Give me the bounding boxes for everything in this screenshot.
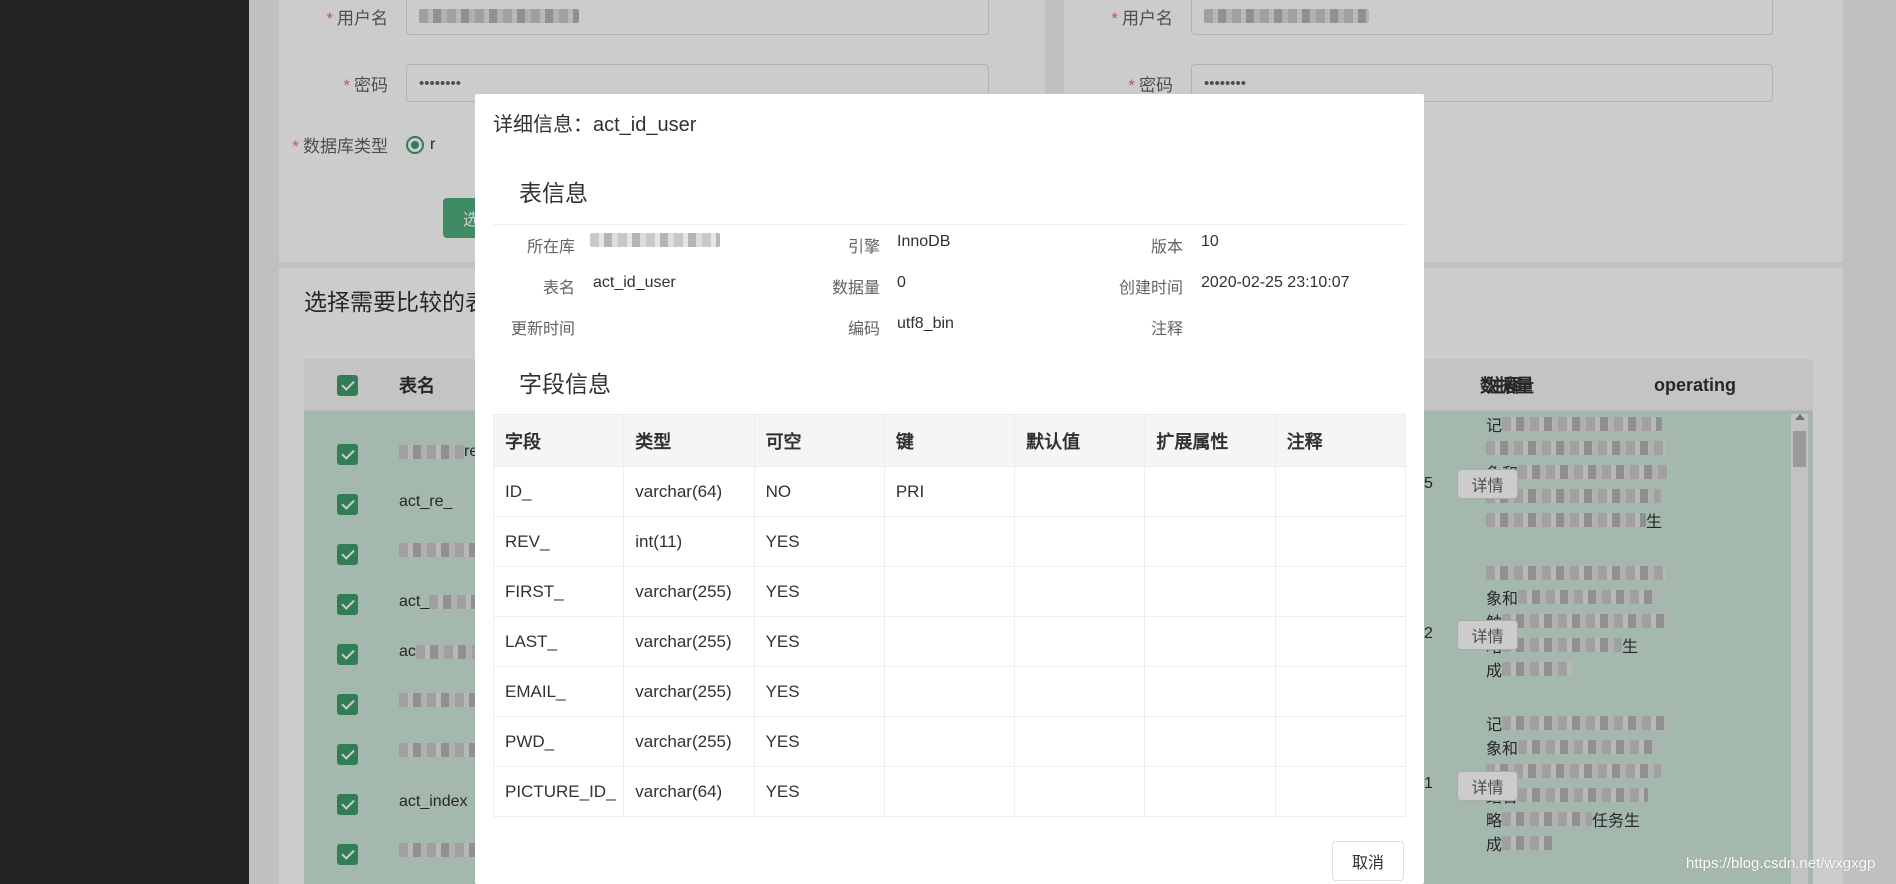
field-table-body: ID_ varchar(64) NO PRI REV_ int(11) YES FIRST_ v… <box>492 466 1407 817</box>
col-default: 默认值 <box>1014 414 1146 467</box>
field-cell: REV_ <box>492 516 625 567</box>
field-cell <box>1274 716 1407 767</box>
field-cell <box>883 566 1016 617</box>
database-value <box>590 233 720 252</box>
divider <box>493 224 1406 225</box>
encoding-label: 编码 <box>847 321 880 338</box>
field-cell: YES <box>753 616 885 667</box>
field-cell: LAST_ <box>492 616 625 667</box>
field-cell <box>1274 516 1407 567</box>
field-cell: PRI <box>883 466 1016 517</box>
field-cell <box>1144 566 1276 617</box>
field-cell <box>1144 466 1276 517</box>
field-cell <box>1014 466 1146 517</box>
col-key: 键 <box>883 414 1016 467</box>
field-row: REV_ int(11) YES <box>492 516 1407 567</box>
app-root: * 用户名 * 密码 •••••••• * 数据库类型 r 选 * 用户名 * 密码 • <box>0 0 1896 884</box>
field-cell: PWD_ <box>492 716 625 767</box>
field-cell <box>1014 516 1146 567</box>
field-cell: varchar(255) <box>623 566 755 617</box>
version-value: 10 <box>1201 233 1219 250</box>
field-cell <box>1274 566 1407 617</box>
col-extra: 扩展属性 <box>1144 414 1276 467</box>
field-cell: varchar(64) <box>623 766 755 817</box>
field-row: PWD_ varchar(255) YES <box>492 716 1407 767</box>
field-table-header: 字段 类型 可空 键 默认值 扩展属性 注释 <box>492 414 1407 467</box>
field-cell <box>883 716 1016 767</box>
col-field-comment: 注释 <box>1274 414 1407 467</box>
field-cell <box>1144 616 1276 667</box>
field-cell: varchar(255) <box>623 616 755 667</box>
field-row: FIRST_ varchar(255) YES <box>492 566 1407 617</box>
field-cell <box>1014 616 1146 667</box>
comment-label: 注释 <box>1150 321 1183 338</box>
field-cell <box>883 666 1016 717</box>
field-cell <box>1144 716 1276 767</box>
field-cell: ID_ <box>492 466 625 517</box>
field-cell: NO <box>753 466 885 517</box>
table-name-label: 表名 <box>542 280 575 297</box>
field-cell <box>1014 666 1146 717</box>
field-cell: EMAIL_ <box>492 666 625 717</box>
col-field: 字段 <box>492 414 625 467</box>
table-name-value: act_id_user <box>593 274 676 291</box>
col-nullable: 可空 <box>753 414 885 467</box>
field-cell <box>883 616 1016 667</box>
field-cell <box>1144 766 1276 817</box>
table-detail-dialog: 详细信息：act_id_user 表信息 所在库 引擎 InnoDB 版本 10… <box>475 94 1424 884</box>
cancel-button[interactable]: 取消 <box>1332 841 1404 881</box>
field-row: LAST_ varchar(255) YES <box>492 616 1407 667</box>
field-cell: YES <box>753 766 885 817</box>
field-cell: FIRST_ <box>492 566 625 617</box>
table-info-title: 表信息 <box>519 180 588 206</box>
field-cell: varchar(255) <box>623 666 755 717</box>
col-type: 类型 <box>623 414 755 467</box>
field-cell: varchar(64) <box>623 466 755 517</box>
field-row: EMAIL_ varchar(255) YES <box>492 666 1407 717</box>
encoding-value: utf8_bin <box>897 315 954 332</box>
field-cell <box>1274 466 1407 517</box>
rows-value: 0 <box>897 274 906 291</box>
field-cell <box>1274 616 1407 667</box>
watermark: https://blog.csdn.net/wxgxgp <box>1686 855 1876 872</box>
database-label: 所在库 <box>526 239 575 256</box>
field-cell: YES <box>753 516 885 567</box>
version-label: 版本 <box>1150 239 1183 256</box>
rows-label: 数据量 <box>831 280 880 297</box>
field-cell <box>1144 666 1276 717</box>
field-cell: PICTURE_ID_ <box>492 766 625 817</box>
created-value: 2020-02-25 23:10:07 <box>1201 274 1350 291</box>
field-cell <box>1014 566 1146 617</box>
field-row: ID_ varchar(64) NO PRI <box>492 466 1407 517</box>
engine-value: InnoDB <box>897 233 951 250</box>
field-table: 字段 类型 可空 键 默认值 扩展属性 注释 ID_ varchar(64) NO P… <box>492 414 1407 817</box>
field-cell <box>1144 516 1276 567</box>
field-cell: YES <box>753 716 885 767</box>
field-cell: int(11) <box>623 516 755 567</box>
updated-label: 更新时间 <box>510 321 575 338</box>
field-cell <box>1014 716 1146 767</box>
field-cell <box>1274 666 1407 717</box>
dialog-title: 详细信息：act_id_user <box>493 114 697 136</box>
engine-label: 引擎 <box>847 239 880 256</box>
field-cell: YES <box>753 566 885 617</box>
field-cell: varchar(255) <box>623 716 755 767</box>
field-cell: YES <box>753 666 885 717</box>
field-cell <box>883 516 1016 567</box>
created-label: 创建时间 <box>1118 280 1183 297</box>
field-cell <box>1274 766 1407 817</box>
field-info-title: 字段信息 <box>519 371 611 397</box>
field-row: PICTURE_ID_ varchar(64) YES <box>492 766 1407 817</box>
field-cell <box>883 766 1016 817</box>
field-cell <box>1014 766 1146 817</box>
